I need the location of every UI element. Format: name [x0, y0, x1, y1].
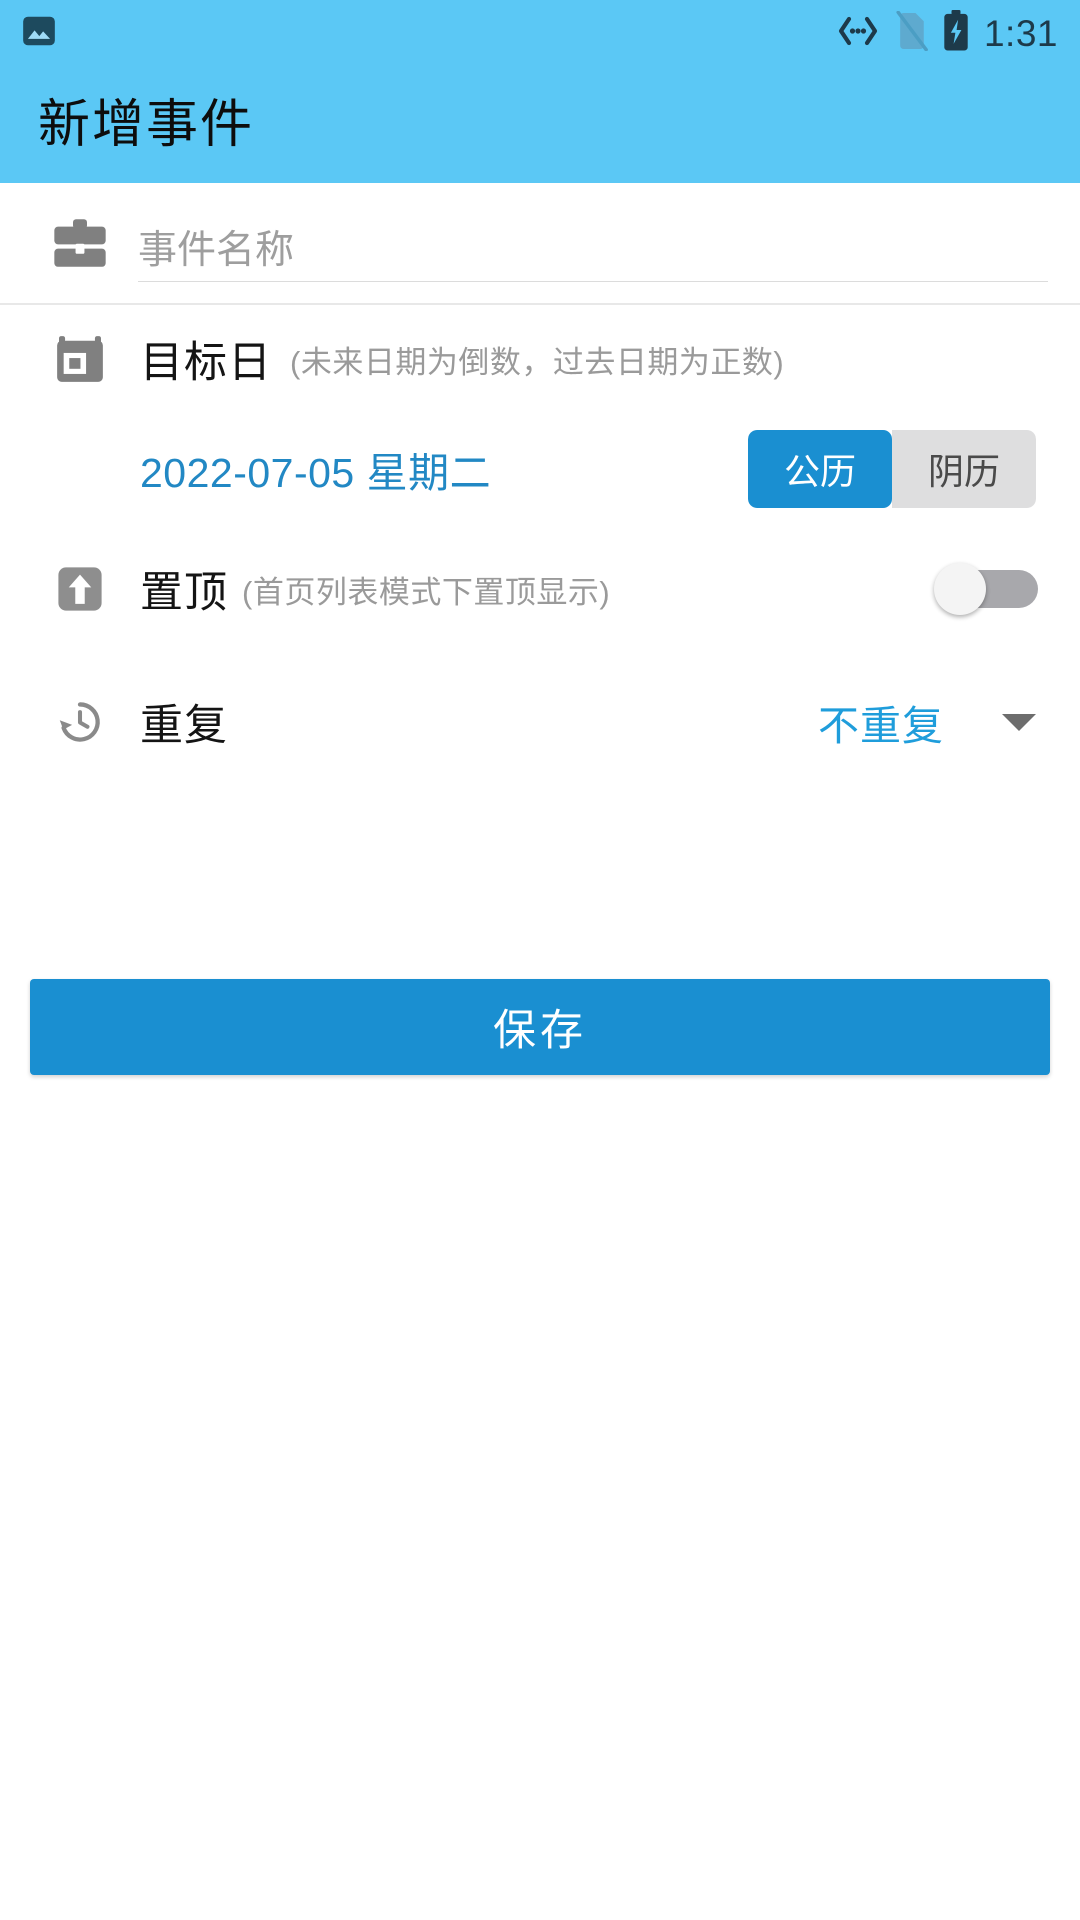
date-value-row: 2022-07-05 星期二 公历 阴历 — [0, 413, 1080, 525]
status-bar: 1:31 — [0, 0, 1080, 66]
repeat-row[interactable]: 重复 不重复 — [0, 653, 1080, 791]
repeat-value[interactable]: 不重复 — [818, 692, 944, 752]
calendar-type-solar-button[interactable]: 公历 — [747, 430, 892, 508]
status-bar-right: 1:31 — [835, 9, 1058, 57]
calendar-icon — [44, 331, 116, 387]
status-bar-clock: 1:31 — [983, 12, 1058, 54]
event-name-row[interactable] — [0, 183, 1080, 303]
pin-to-top-hint: (首页列表模式下置顶显示) — [242, 574, 611, 610]
form-content: 目标日 (未来日期为倒数，过去日期为正数) 2022-07-05 星期二 公历 … — [0, 183, 1080, 1075]
chevron-down-icon[interactable] — [1002, 713, 1036, 731]
app-bar: 新增事件 — [0, 66, 1080, 183]
switch-thumb — [934, 563, 986, 615]
usb-debugging-icon — [835, 14, 881, 53]
calendar-type-lunar-button[interactable]: 阴历 — [891, 430, 1036, 508]
pin-to-top-row[interactable]: 置顶 (首页列表模式下置顶显示) — [0, 525, 1080, 653]
repeat-label: 重复 — [140, 702, 228, 750]
pin-to-top-label: 置顶 — [140, 569, 228, 617]
page-title: 新增事件 — [38, 95, 255, 154]
calendar-type-toggle[interactable]: 公历 阴历 — [747, 430, 1036, 508]
save-button[interactable]: 保存 — [30, 979, 1050, 1075]
arrow-up-icon — [44, 562, 116, 616]
event-name-field-wrapper[interactable] — [138, 204, 1048, 282]
pin-to-top-switch[interactable] — [934, 563, 1038, 615]
event-name-input[interactable] — [138, 229, 1048, 273]
image-icon — [20, 12, 58, 55]
date-value[interactable]: 2022-07-05 星期二 — [140, 439, 491, 499]
no-sim-card-icon — [895, 10, 928, 56]
target-date-row: 目标日 (未来日期为倒数，过去日期为正数) — [0, 305, 1080, 413]
briefcase-icon — [44, 217, 116, 269]
save-button-wrapper: 保存 — [0, 979, 1080, 1075]
target-date-label: 目标日 — [140, 339, 272, 387]
target-date-hint: (未来日期为倒数，过去日期为正数) — [290, 344, 785, 380]
history-icon — [44, 695, 116, 749]
battery-charging-icon — [942, 9, 970, 57]
status-bar-left — [20, 12, 58, 55]
